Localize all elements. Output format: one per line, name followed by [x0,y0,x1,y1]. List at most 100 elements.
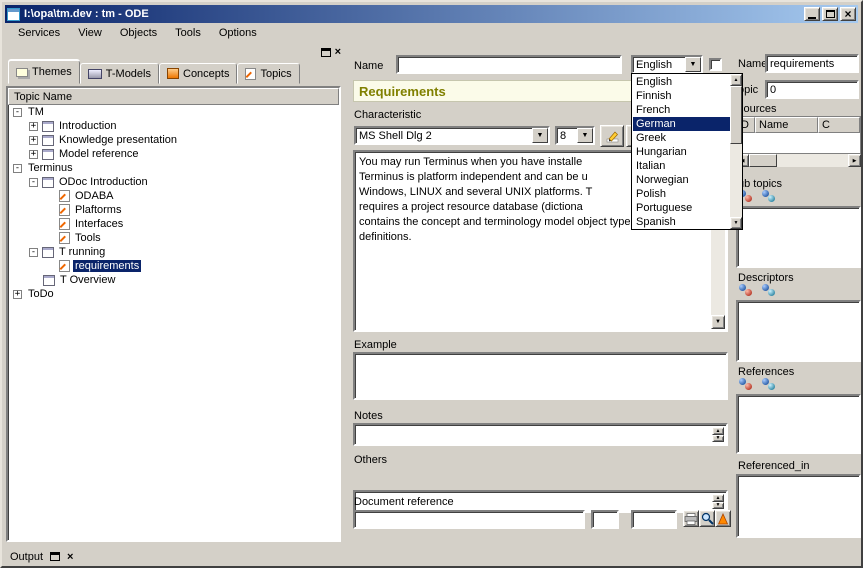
language-option-finnish[interactable]: Finnish [633,89,730,103]
language-option-hungarian[interactable]: Hungarian [633,145,730,159]
tree-item-odaba[interactable]: ODABA [9,189,338,203]
spin-down-icon[interactable]: ▼ [712,435,724,443]
tree-item-tools[interactable]: Tools [9,231,338,245]
resources-scrollbar[interactable]: ◀ ▶ [736,154,861,167]
example-textarea[interactable] [353,352,728,400]
float-button[interactable] [321,48,331,57]
chevron-down-icon[interactable]: ▼ [577,128,593,143]
edit-button[interactable] [600,125,624,147]
menu-view[interactable]: View [69,25,111,42]
tree-item-todo[interactable]: +ToDo [9,287,338,301]
expand-icon[interactable]: + [13,290,22,299]
tab-topics[interactable]: Topics [237,63,299,84]
header-checkbox[interactable] [709,58,722,71]
scroll-down-icon[interactable]: ▼ [730,217,742,229]
topic-number-input[interactable] [765,80,859,99]
pencil-icon [606,130,619,143]
language-option-french[interactable]: French [633,103,730,117]
chevron-down-icon[interactable]: ▼ [532,128,548,143]
tree-item-knowledge-presentation[interactable]: +Knowledge presentation [9,133,338,147]
scroll-up-icon[interactable]: ▲ [730,74,742,86]
insert-reference-icon[interactable] [739,378,754,391]
tab-themes[interactable]: Themes [8,60,80,84]
language-option-polish[interactable]: Polish [633,187,730,201]
scroll-right-icon[interactable]: ▶ [848,154,861,167]
name-input[interactable] [396,55,622,74]
language-option-german[interactable]: German [633,117,730,131]
topic-name-input[interactable] [765,54,859,73]
tree-item-terminus[interactable]: -Terminus [9,161,338,175]
collapse-icon[interactable]: - [29,248,38,257]
tree-item-introduction[interactable]: +Introduction [9,119,338,133]
select-descriptor-icon[interactable] [762,284,777,297]
column-header-topic-name[interactable]: Topic Name [8,88,339,105]
descriptors-list[interactable] [736,300,861,362]
tree-item-model-reference[interactable]: +Model reference [9,147,338,161]
font-combobox[interactable]: MS Shell Dlg 2 ▼ [354,126,550,145]
minimize-button[interactable] [804,7,820,21]
menu-objects[interactable]: Objects [111,25,166,42]
tree-item-t-overview[interactable]: T Overview [9,273,338,287]
expand-icon[interactable]: + [29,122,38,131]
language-option-norwegian[interactable]: Norwegian [633,173,730,187]
scroll-down-icon[interactable]: ▼ [711,315,725,329]
notes-input[interactable]: ▲ ▼ [353,423,728,446]
resources-column-name[interactable]: Name [755,117,818,133]
close-button[interactable]: × [840,7,856,21]
search-document-button[interactable] [699,510,715,527]
collapse-icon[interactable]: - [13,108,22,117]
maximize-button[interactable] [822,7,838,21]
resources-table[interactable]: DNameC [736,116,861,154]
bookmark-button[interactable] [715,510,731,527]
references-list[interactable] [736,394,861,454]
language-option-spanish[interactable]: Spanish [633,215,730,228]
collapse-icon[interactable]: - [29,178,38,187]
close-icon: × [844,9,851,19]
tree-item-tm[interactable]: -TM [9,105,338,119]
chevron-down-icon[interactable]: ▼ [685,57,701,72]
topic-tree: -TM+Introduction+Knowledge presentation+… [9,105,338,539]
document-reference-number-input[interactable] [631,510,677,529]
expand-icon[interactable]: + [29,150,38,159]
spin-up-icon[interactable]: ▲ [712,427,724,435]
tree-item-plaftorms[interactable]: Plaftorms [9,203,338,217]
expand-icon[interactable]: + [29,136,38,145]
language-option-italian[interactable]: Italian [633,159,730,173]
others-label: Others [354,454,387,466]
language-option-english[interactable]: English [633,75,730,89]
language-option-greek[interactable]: Greek [633,131,730,145]
tree-item-t-running[interactable]: -T running [9,245,338,259]
scrollbar-thumb[interactable] [749,154,777,167]
referenced-in-list[interactable] [736,474,861,538]
insert-descriptor-icon[interactable] [739,284,754,297]
references-label: References [738,366,794,378]
output-close-button[interactable]: × [67,551,73,563]
print-button[interactable] [683,510,699,527]
document-reference-input[interactable] [353,510,585,529]
collapse-icon[interactable]: - [13,164,22,173]
menu-tools[interactable]: Tools [166,25,210,42]
tree-item-requirements[interactable]: requirements [9,259,338,273]
tab-t-models[interactable]: T-Models [80,63,159,84]
language-option-portuguese[interactable]: Portuguese [633,201,730,215]
resources-column-c[interactable]: C [818,117,860,133]
menu-services[interactable]: Services [9,25,69,42]
dropdown-scrollbar[interactable]: ▲ ▼ [730,74,742,229]
output-float-button[interactable] [50,552,60,561]
spin-down-icon[interactable]: ▼ [712,502,724,510]
select-subtopic-icon[interactable] [762,190,777,203]
language-combobox[interactable]: English ▼ [631,55,703,74]
document-reference-page-input[interactable] [591,510,619,529]
tab-concepts[interactable]: Concepts [159,63,237,84]
spin-up-icon[interactable]: ▲ [712,494,724,502]
theme-icon [42,177,54,188]
notes-label: Notes [354,410,383,422]
select-reference-icon[interactable] [762,378,777,391]
menu-options[interactable]: Options [210,25,266,42]
panel-close-button[interactable]: × [335,46,341,58]
sub-topics-list[interactable] [736,206,861,268]
scrollbar-thumb[interactable] [730,86,742,144]
font-size-combobox[interactable]: 8 ▼ [555,126,595,145]
tree-item-odoc-introduction[interactable]: -ODoc Introduction [9,175,338,189]
tree-item-interfaces[interactable]: Interfaces [9,217,338,231]
